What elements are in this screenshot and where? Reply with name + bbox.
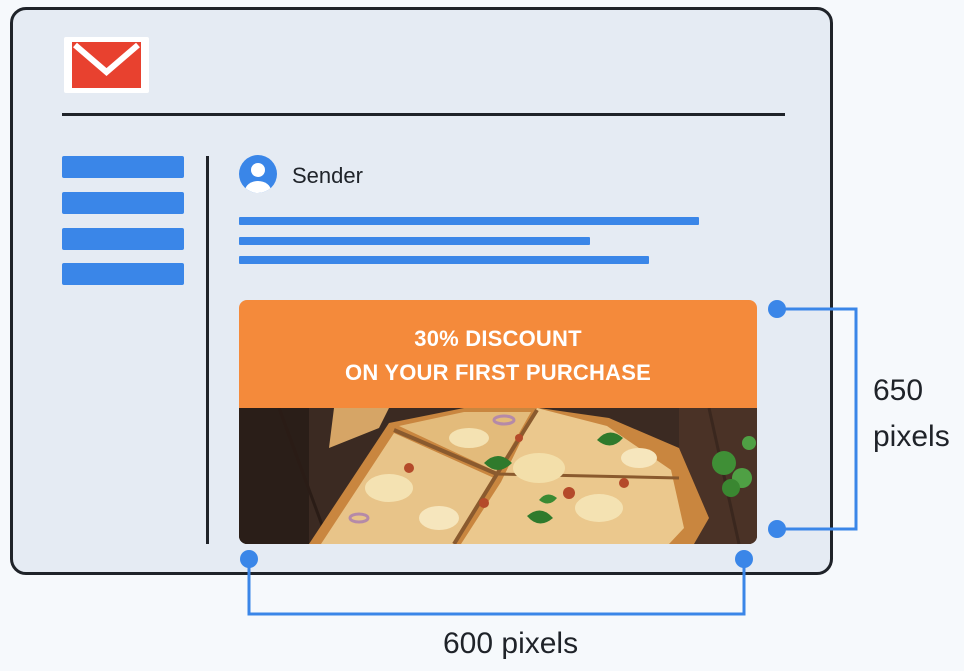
dimension-brackets xyxy=(240,300,858,616)
width-label: 600 pixels xyxy=(443,627,579,660)
height-unit-label: pixels xyxy=(873,420,950,453)
height-value-label: 650 xyxy=(873,374,924,407)
